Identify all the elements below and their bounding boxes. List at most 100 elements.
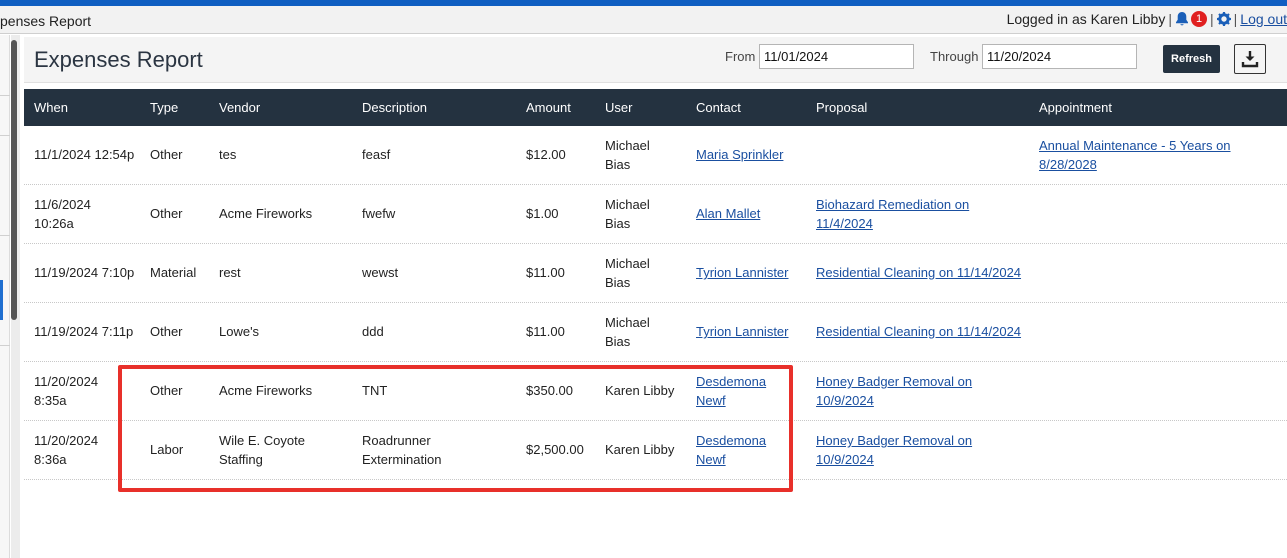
cell-user: Michael Bias bbox=[605, 136, 650, 174]
through-date-input[interactable] bbox=[982, 44, 1137, 69]
description-text: fwefw bbox=[362, 206, 396, 221]
amount-text: $350.00 bbox=[526, 383, 573, 398]
amount-text: $1.00 bbox=[526, 206, 559, 221]
contact-link[interactable]: Newf bbox=[696, 450, 766, 469]
cell-description: wewst bbox=[362, 263, 398, 282]
cell-description: ddd bbox=[362, 322, 384, 341]
contact-link[interactable]: Desdemona bbox=[696, 372, 766, 391]
cell-user: Michael Bias bbox=[605, 195, 650, 233]
from-date-input[interactable] bbox=[759, 44, 914, 69]
separator: | bbox=[1168, 11, 1172, 27]
separator: | bbox=[1210, 11, 1214, 27]
user-bar: Logged in as Karen Libby | 1 | | Log out bbox=[1007, 11, 1287, 27]
download-icon bbox=[1241, 51, 1259, 68]
contact-link[interactable]: Tyrion Lannister bbox=[696, 263, 789, 282]
gear-icon[interactable] bbox=[1216, 12, 1231, 26]
cell-type: Other bbox=[150, 322, 183, 341]
proposal-link[interactable]: 10/9/2024 bbox=[816, 450, 972, 469]
type-text: Other bbox=[150, 383, 183, 398]
user-text: Michael bbox=[605, 256, 650, 271]
cell-user: Karen Libby bbox=[605, 440, 674, 459]
vendor-text: Lowe's bbox=[219, 324, 260, 339]
cell-amount: $350.00 bbox=[526, 381, 573, 400]
cell-user: Michael Bias bbox=[605, 254, 650, 292]
vendor-text: Acme Fireworks bbox=[219, 206, 313, 221]
sidebar-divider bbox=[0, 95, 10, 96]
description-text: ddd bbox=[362, 324, 384, 339]
user-text: Michael bbox=[605, 138, 650, 153]
proposal-link[interactable]: Honey Badger Removal on bbox=[816, 431, 972, 450]
type-text: Other bbox=[150, 324, 183, 339]
sidebar-divider bbox=[0, 235, 10, 236]
table-header: When Type Vendor Description Amount User Conta… bbox=[24, 89, 1287, 126]
cell-type: Labor bbox=[150, 440, 183, 459]
header-col-vendor: Vendor bbox=[219, 100, 261, 115]
cell-amount: $11.00 bbox=[526, 322, 565, 341]
cell-proposal: Residential Cleaning on 11/14/2024 bbox=[816, 263, 1021, 282]
cell-when: 11/1/2024 12:54p bbox=[34, 145, 134, 164]
cell-vendor: Acme Fireworks bbox=[219, 204, 312, 223]
cell-vendor: Wile E. Coyote Staffing bbox=[219, 431, 305, 469]
cell-user: Michael Bias bbox=[605, 313, 650, 351]
cell-contact: Tyrion Lannister bbox=[696, 322, 789, 341]
table-row: 11/6/2024 10:26a Other Acme Fireworks fwefw $… bbox=[24, 185, 1287, 244]
table-row: 11/19/2024 7:10p Material rest wewst $11.00 M… bbox=[24, 244, 1287, 303]
contact-link[interactable]: Maria Sprinkler bbox=[696, 145, 783, 164]
description-text: Extermination bbox=[362, 452, 442, 467]
main-content: Expenses Report From Through Refresh Whe… bbox=[24, 37, 1287, 558]
proposal-link[interactable]: Residential Cleaning on 11/14/2024 bbox=[816, 263, 1021, 282]
download-button[interactable] bbox=[1234, 44, 1266, 74]
scrollbar-thumb[interactable] bbox=[11, 40, 17, 320]
sidebar-active-indicator bbox=[0, 280, 3, 320]
refresh-button[interactable]: Refresh bbox=[1163, 45, 1220, 73]
cell-type: Other bbox=[150, 204, 183, 223]
sidebar-divider bbox=[0, 345, 10, 346]
proposal-link[interactable]: Biohazard Remediation on bbox=[816, 195, 969, 214]
vendor-text: tes bbox=[219, 147, 237, 162]
contact-link[interactable]: Desdemona bbox=[696, 431, 766, 450]
description-text: wewst bbox=[362, 265, 399, 280]
when-text: 8:35a bbox=[34, 393, 67, 408]
contact-link[interactable]: Alan Mallet bbox=[696, 204, 760, 223]
cell-type: Material bbox=[150, 263, 196, 282]
amount-text: $11.00 bbox=[526, 324, 565, 339]
contact-link[interactable]: Tyrion Lannister bbox=[696, 322, 789, 341]
table-row: 11/20/2024 8:35a Other Acme Fireworks TNT $35… bbox=[24, 362, 1287, 421]
bell-icon[interactable] bbox=[1175, 11, 1189, 27]
cell-when: 11/20/2024 8:35a bbox=[34, 372, 98, 410]
cell-vendor: Lowe's bbox=[219, 322, 259, 341]
when-text: 11/19/2024 7:11p bbox=[34, 324, 134, 339]
appointment-link[interactable]: Annual Maintenance - 5 Years on bbox=[1039, 136, 1231, 155]
notification-badge[interactable]: 1 bbox=[1191, 11, 1207, 27]
proposal-link[interactable]: Honey Badger Removal on bbox=[816, 372, 972, 391]
contact-link[interactable]: Newf bbox=[696, 391, 766, 410]
description-text: TNT bbox=[362, 383, 388, 398]
proposal-link[interactable]: Residential Cleaning on 11/14/2024 bbox=[816, 322, 1021, 341]
table-body: 11/1/2024 12:54p Other tes feasf $12.00 Micha… bbox=[24, 126, 1287, 480]
cell-user: Karen Libby bbox=[605, 381, 674, 400]
cell-description: TNT bbox=[362, 381, 387, 400]
cell-vendor: Acme Fireworks bbox=[219, 381, 312, 400]
separator: | bbox=[1233, 11, 1238, 27]
appointment-link[interactable]: 8/28/2028 bbox=[1039, 155, 1231, 174]
expenses-table: When Type Vendor Description Amount User Conta… bbox=[24, 89, 1287, 480]
vendor-text: Acme Fireworks bbox=[219, 383, 313, 398]
left-sidebar bbox=[0, 35, 10, 558]
cell-description: fwefw bbox=[362, 204, 395, 223]
cell-when: 11/19/2024 7:11p bbox=[34, 322, 133, 341]
amount-text: $12.00 bbox=[526, 147, 566, 162]
type-text: Other bbox=[150, 206, 183, 221]
proposal-link[interactable]: 11/4/2024 bbox=[816, 214, 969, 233]
cell-vendor: rest bbox=[219, 263, 241, 282]
cell-description: feasf bbox=[362, 145, 390, 164]
proposal-link[interactable]: 10/9/2024 bbox=[816, 391, 972, 410]
cell-contact: Maria Sprinkler bbox=[696, 145, 783, 164]
from-label: From bbox=[725, 49, 756, 64]
user-text: Michael bbox=[605, 315, 650, 330]
user-text: Bias bbox=[605, 216, 631, 231]
logout-link[interactable]: Log out bbox=[1240, 11, 1287, 27]
cell-amount: $11.00 bbox=[526, 263, 565, 282]
header-col-when: When bbox=[34, 100, 68, 115]
type-text: Other bbox=[150, 147, 183, 162]
cell-contact: Alan Mallet bbox=[696, 204, 760, 223]
